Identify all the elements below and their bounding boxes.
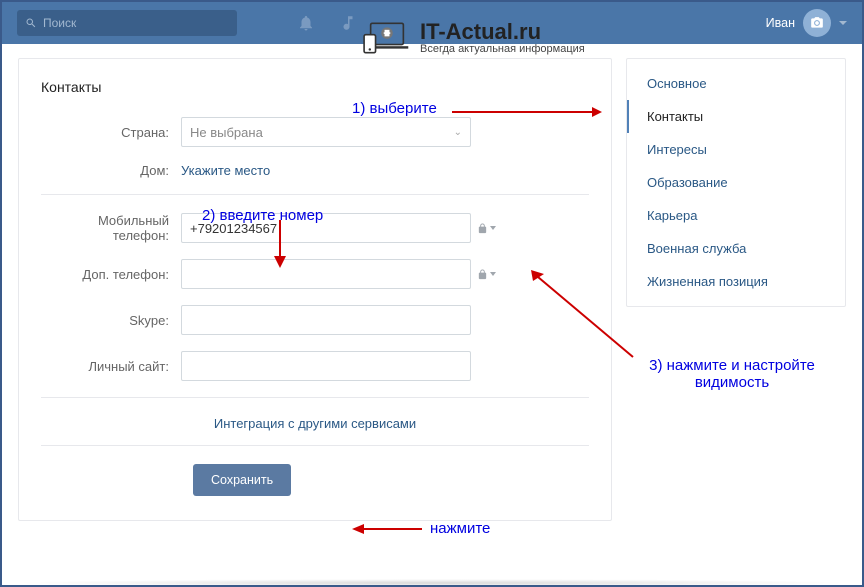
- username: Иван: [766, 16, 795, 30]
- contacts-card: Контакты Страна: Не выбрана ⌄ Дом: Укажи…: [18, 58, 612, 521]
- nav-item-main[interactable]: Основное: [627, 67, 845, 100]
- divider: [41, 445, 589, 446]
- user-menu[interactable]: Иван: [766, 9, 847, 37]
- country-placeholder: Не выбрана: [190, 125, 263, 140]
- lock-icon: [477, 269, 488, 280]
- top-icons: [297, 14, 357, 32]
- skype-input[interactable]: [181, 305, 471, 335]
- nav-item-contacts[interactable]: Контакты: [627, 100, 845, 133]
- watermark-subtitle: Всегда актуальная информация: [420, 43, 585, 55]
- mobile-input[interactable]: [181, 213, 471, 243]
- nav-item-interests[interactable]: Интересы: [627, 133, 845, 166]
- lock-icon: [477, 223, 488, 234]
- nav-item-education[interactable]: Образование: [627, 166, 845, 199]
- nav-item-life[interactable]: Жизненная позиция: [627, 265, 845, 298]
- avatar: [803, 9, 831, 37]
- page-title: Контакты: [41, 79, 589, 95]
- search-placeholder: Поиск: [43, 16, 76, 30]
- chevron-down-icon: ⌄: [454, 127, 462, 138]
- watermark-title: IT-Actual.ru: [420, 21, 585, 43]
- mobile-label: Мобильный телефон:: [41, 213, 181, 243]
- alt-phone-input[interactable]: [181, 259, 471, 289]
- country-label: Страна:: [41, 125, 181, 140]
- chevron-down-icon: [839, 21, 847, 25]
- alt-phone-label: Доп. телефон:: [41, 267, 181, 282]
- music-icon[interactable]: [339, 14, 357, 32]
- chevron-down-icon: [490, 272, 496, 276]
- devices-icon: [362, 20, 412, 56]
- nav-item-military[interactable]: Военная служба: [627, 232, 845, 265]
- camera-icon: [810, 16, 824, 30]
- website-input[interactable]: [181, 351, 471, 381]
- search-input[interactable]: Поиск: [17, 10, 237, 36]
- watermark: IT-Actual.ru Всегда актуальная информаци…: [362, 20, 585, 56]
- divider: [41, 194, 589, 195]
- save-button[interactable]: Сохранить: [193, 464, 291, 496]
- integration-link[interactable]: Интеграция с другими сервисами: [214, 416, 416, 431]
- privacy-toggle[interactable]: [477, 223, 496, 234]
- country-select[interactable]: Не выбрана ⌄: [181, 117, 471, 147]
- divider: [41, 397, 589, 398]
- bell-icon[interactable]: [297, 14, 315, 32]
- website-label: Личный сайт:: [41, 359, 181, 374]
- home-label: Дом:: [41, 163, 181, 178]
- home-link[interactable]: Укажите место: [181, 163, 270, 178]
- search-icon: [25, 17, 37, 29]
- chevron-down-icon: [490, 226, 496, 230]
- nav-item-career[interactable]: Карьера: [627, 199, 845, 232]
- privacy-toggle[interactable]: [477, 269, 496, 280]
- settings-nav: Основное Контакты Интересы Образование К…: [626, 58, 846, 307]
- skype-label: Skype:: [41, 313, 181, 328]
